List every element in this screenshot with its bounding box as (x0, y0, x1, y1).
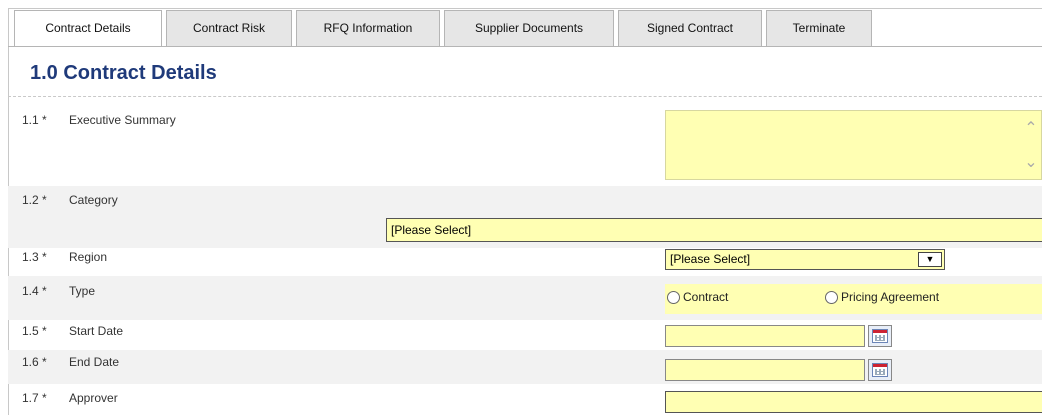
radio-button[interactable] (667, 290, 680, 304)
tab-signed-contract[interactable]: Signed Contract (618, 10, 762, 46)
row-executive-summary: 1.1 * Executive Summary ⌃ ⌄ (8, 98, 1042, 186)
section-header: 1.0 Contract Details (8, 47, 1042, 97)
category-select[interactable]: [Please Select] (386, 218, 1042, 242)
radio-label: Pricing Agreement (841, 290, 940, 304)
start-date-input[interactable] (665, 325, 865, 347)
field-number: 1.1 * (22, 113, 47, 127)
field-label: Approver (69, 391, 118, 405)
field-number: 1.4 * (22, 284, 47, 298)
scroll-down-icon[interactable]: ⌄ (1024, 152, 1037, 172)
row-end-date: 1.6 * End Date (8, 350, 1042, 384)
radio-contract[interactable]: Contract (667, 290, 728, 304)
approver-input[interactable] (665, 391, 1042, 413)
end-date-calendar-button[interactable] (868, 359, 892, 381)
radio-button[interactable] (825, 290, 838, 304)
region-select[interactable]: [Please Select] ▼ (665, 249, 945, 270)
field-label: End Date (69, 355, 120, 369)
row-category: 1.2 * Category [Please Select] (8, 186, 1042, 248)
region-select-value: [Please Select] (670, 252, 751, 266)
row-start-date: 1.5 * Start Date (8, 320, 1042, 350)
executive-summary-textarea[interactable]: ⌃ ⌄ (665, 110, 1042, 180)
field-number: 1.3 * (22, 250, 47, 264)
field-number: 1.6 * (22, 355, 47, 369)
tab-terminate[interactable]: Terminate (766, 10, 872, 46)
tab-rfq-information[interactable]: RFQ Information (296, 10, 440, 46)
field-label: Executive Summary (69, 113, 176, 127)
row-approver: 1.7 * Approver (8, 384, 1042, 415)
end-date-input[interactable] (665, 359, 865, 381)
row-region: 1.3 * Region [Please Select] ▼ (8, 248, 1042, 276)
start-date-calendar-button[interactable] (868, 325, 892, 347)
field-number: 1.7 * (22, 391, 47, 405)
field-number: 1.5 * (22, 324, 47, 338)
field-label: Type (69, 284, 96, 298)
section-title: 1.0 Contract Details (30, 62, 217, 84)
tab-contract-risk[interactable]: Contract Risk (166, 10, 292, 46)
field-label: Start Date (69, 324, 124, 338)
textarea-scrollbar[interactable]: ⌃ ⌄ (1021, 111, 1041, 179)
type-radio-group: Contract Pricing Agreement (665, 284, 1042, 314)
field-label: Category (69, 193, 118, 207)
radio-label: Contract (683, 290, 729, 304)
scroll-up-icon[interactable]: ⌃ (1024, 118, 1037, 138)
field-label: Region (69, 250, 108, 264)
tab-supplier-documents[interactable]: Supplier Documents (444, 10, 614, 46)
field-number: 1.2 * (22, 193, 47, 207)
tab-contract-details[interactable]: Contract Details (14, 10, 162, 46)
chevron-down-icon[interactable]: ▼ (918, 252, 942, 267)
radio-pricing-agreement[interactable]: Pricing Agreement (825, 290, 939, 304)
calendar-icon (872, 363, 888, 377)
row-type: 1.4 * Type Contract Pricing Agreement (8, 276, 1042, 320)
calendar-icon (872, 329, 888, 343)
tab-bar: Contract Details Contract Risk RFQ Infor… (14, 10, 872, 46)
